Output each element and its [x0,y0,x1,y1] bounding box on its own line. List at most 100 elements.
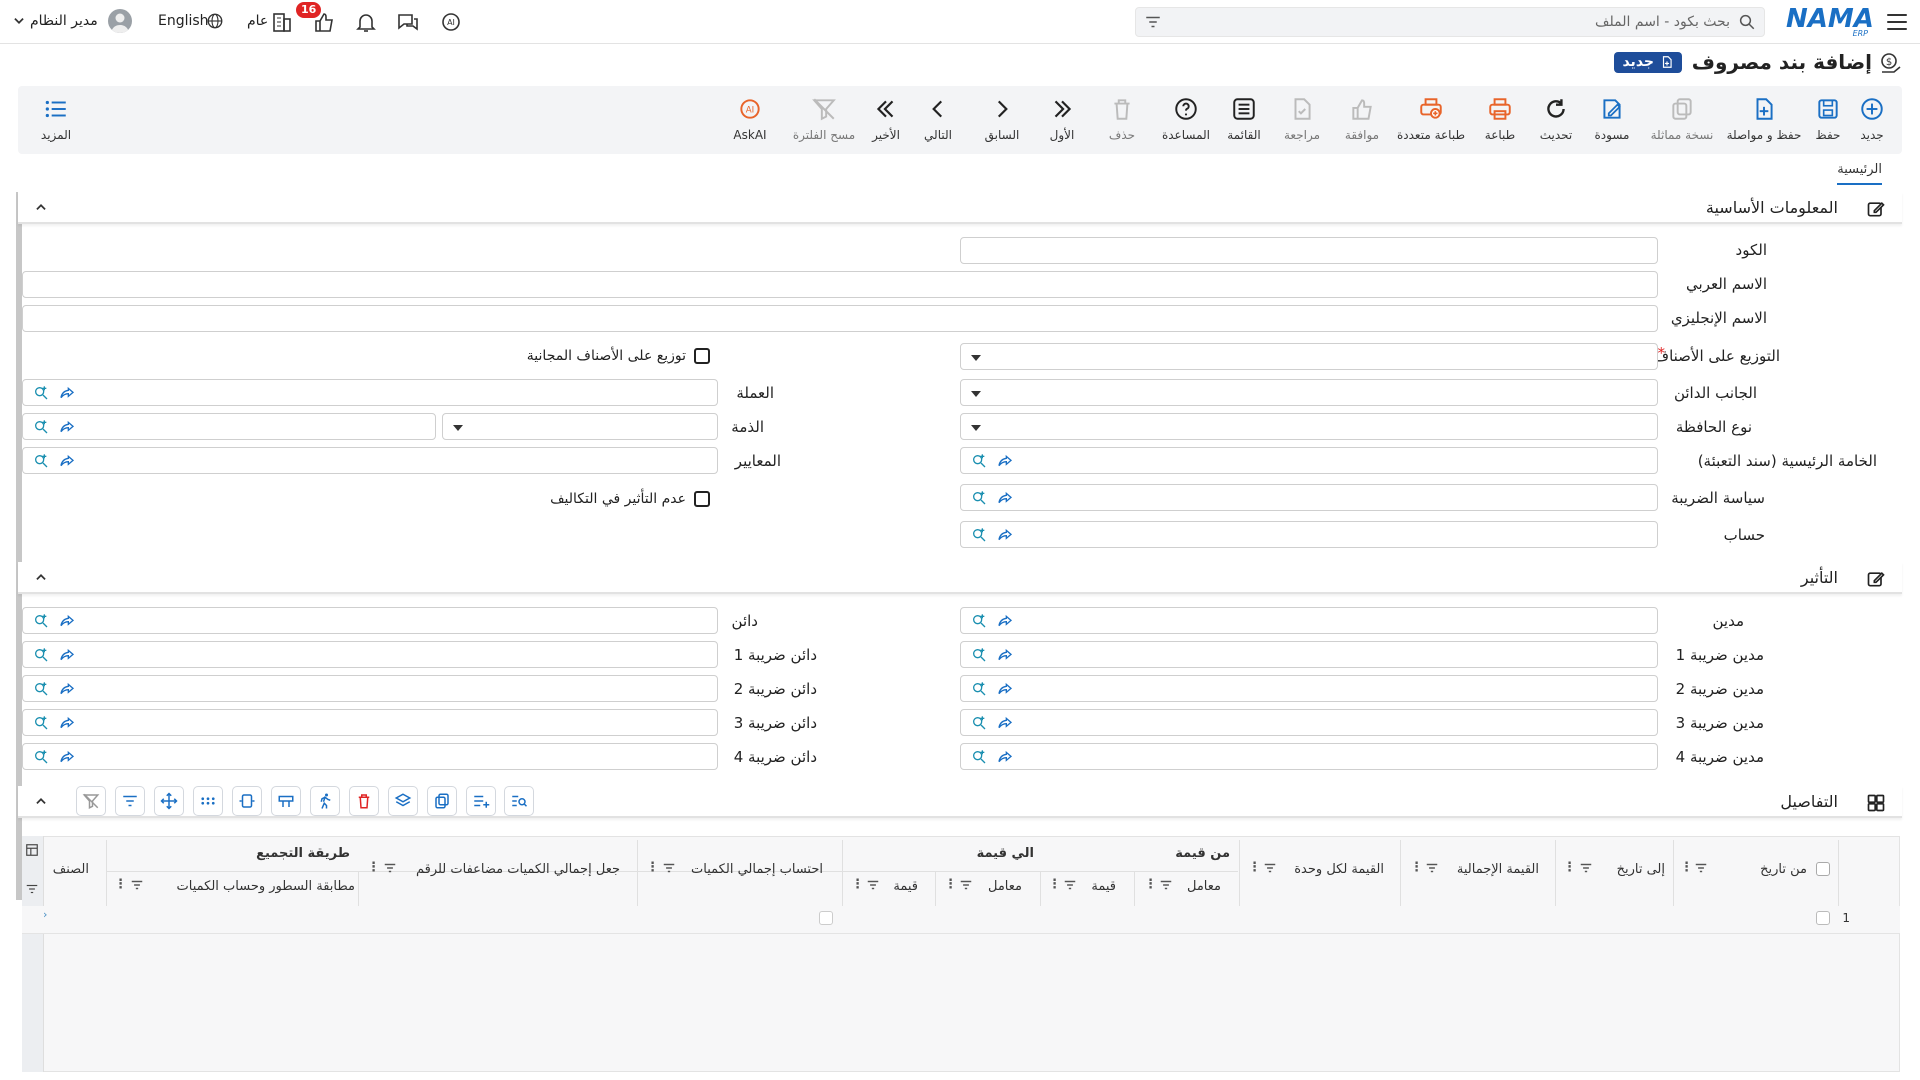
liability-input[interactable] [22,413,436,440]
search-plus-icon[interactable] [971,613,987,633]
draft-button[interactable]: مسودة [1582,96,1642,142]
search-plus-icon[interactable] [971,749,987,769]
refresh-button[interactable]: تحديث [1526,96,1586,142]
filter-icon[interactable] [1263,862,1277,878]
column-menu-icon[interactable]: ⋮ [114,877,127,892]
currency-input[interactable] [22,379,718,406]
search-plus-icon[interactable] [971,490,987,510]
filter-icon[interactable] [866,879,880,895]
credit-input[interactable] [22,607,718,634]
row-checkbox[interactable] [1816,911,1830,925]
debit-tax1-input[interactable] [960,641,1658,668]
tax-policy-input[interactable] [960,484,1658,511]
credit-tax2-input[interactable] [22,675,718,702]
menu-icon[interactable] [1886,11,1908,33]
grid-move-button[interactable] [154,786,184,816]
filter-icon[interactable] [959,879,973,895]
column-menu-icon[interactable]: ⋮ [1680,860,1693,875]
search-plus-icon[interactable] [33,453,49,473]
language-switch[interactable]: English [158,13,209,29]
search-plus-icon[interactable] [33,681,49,701]
review-button[interactable]: مراجعة [1272,96,1332,142]
share-icon[interactable] [59,715,75,735]
save-continue-button[interactable]: حفظ و مواصلة [1724,96,1804,142]
share-icon[interactable] [997,527,1013,547]
search-plus-icon[interactable] [971,647,987,667]
globe-icon[interactable] [206,12,230,36]
account-input[interactable] [960,521,1658,548]
share-icon[interactable] [997,681,1013,701]
chevron-up-icon[interactable] [34,200,48,218]
duplicate-button[interactable]: نسخة مماثلة [1644,96,1720,142]
share-icon[interactable] [59,613,75,633]
grid-settings-icon[interactable] [25,843,39,861]
column-menu-icon[interactable]: ⋮ [646,860,659,875]
row-expand-icon[interactable]: › [43,908,47,921]
column-menu-icon[interactable]: ⋮ [1563,860,1576,875]
share-icon[interactable] [59,385,75,405]
basic-info-header[interactable]: المعلومات الأساسية [18,192,1902,224]
filter-icon[interactable] [1694,862,1708,878]
grid-copy-button[interactable] [427,786,457,816]
distribute-free-checkbox[interactable] [694,348,710,364]
search-input[interactable] [1176,11,1730,33]
filter-icon[interactable] [1063,879,1077,895]
branch-label[interactable]: عام [247,13,268,29]
column-menu-icon[interactable]: ⋮ [367,860,380,875]
grid-columns-button[interactable] [271,786,301,816]
user-name[interactable]: مدير النظام [30,13,98,29]
grid-run-button[interactable] [310,786,340,816]
chevron-up-icon[interactable] [34,570,48,588]
save-button[interactable]: حفظ [1798,96,1858,142]
column-menu-icon[interactable]: ⋮ [1048,877,1061,892]
share-icon[interactable] [997,490,1013,510]
filter-icon[interactable] [1425,862,1439,878]
search-plus-icon[interactable] [971,715,987,735]
filter-icon[interactable] [1159,879,1173,895]
column-menu-icon[interactable]: ⋮ [1410,860,1423,875]
search-plus-icon[interactable] [971,453,987,473]
table-row[interactable] [22,906,1900,934]
grid-add-row-button[interactable] [466,786,496,816]
distribution-select[interactable] [960,343,1658,370]
grid-delete-button[interactable] [349,786,379,816]
calc-total-qty-checkbox[interactable] [819,911,833,925]
chevron-down-icon[interactable] [12,14,36,38]
grid-fit-button[interactable] [232,786,262,816]
search-plus-icon[interactable] [33,749,49,769]
search-plus-icon[interactable] [971,527,987,547]
column-menu-icon[interactable]: ⋮ [1248,860,1261,875]
filter-icon[interactable] [1579,862,1593,878]
criteria-input[interactable] [22,447,718,474]
filter-icon[interactable] [383,862,397,878]
bell-icon[interactable] [354,10,378,34]
ai-icon[interactable]: AI [439,10,463,34]
building-icon[interactable] [270,10,294,34]
debit-input[interactable] [960,607,1658,634]
no-cost-effect-checkbox[interactable] [694,491,710,507]
share-icon[interactable] [997,453,1013,473]
main-material-input[interactable] [960,447,1658,474]
column-menu-icon[interactable]: ⋮ [1144,877,1157,892]
chevron-up-icon[interactable] [34,794,48,812]
grid-layers-button[interactable] [388,786,418,816]
share-icon[interactable] [59,419,75,439]
grid-clear-filter-button[interactable] [76,786,106,816]
select-all-checkbox[interactable] [1816,862,1830,876]
share-icon[interactable] [997,715,1013,735]
grid-dots-button[interactable] [193,786,223,816]
clear-filter-button[interactable]: مسح الفلترة [788,96,860,142]
delete-button[interactable]: حذف [1092,96,1152,142]
column-menu-icon[interactable]: ⋮ [944,877,957,892]
filter-icon[interactable] [662,862,676,878]
filter-icon[interactable] [1144,14,1162,34]
search-plus-icon[interactable] [33,715,49,735]
askai-button[interactable]: AI AskAI [720,96,780,142]
first-button[interactable]: الأول [1032,96,1092,142]
search-plus-icon[interactable] [33,647,49,667]
search-plus-icon[interactable] [971,681,987,701]
search-icon[interactable] [1738,13,1756,35]
debit-tax4-input[interactable] [960,743,1658,770]
effect-header[interactable]: التأثير [18,562,1902,594]
english-name-input[interactable] [22,305,1658,332]
